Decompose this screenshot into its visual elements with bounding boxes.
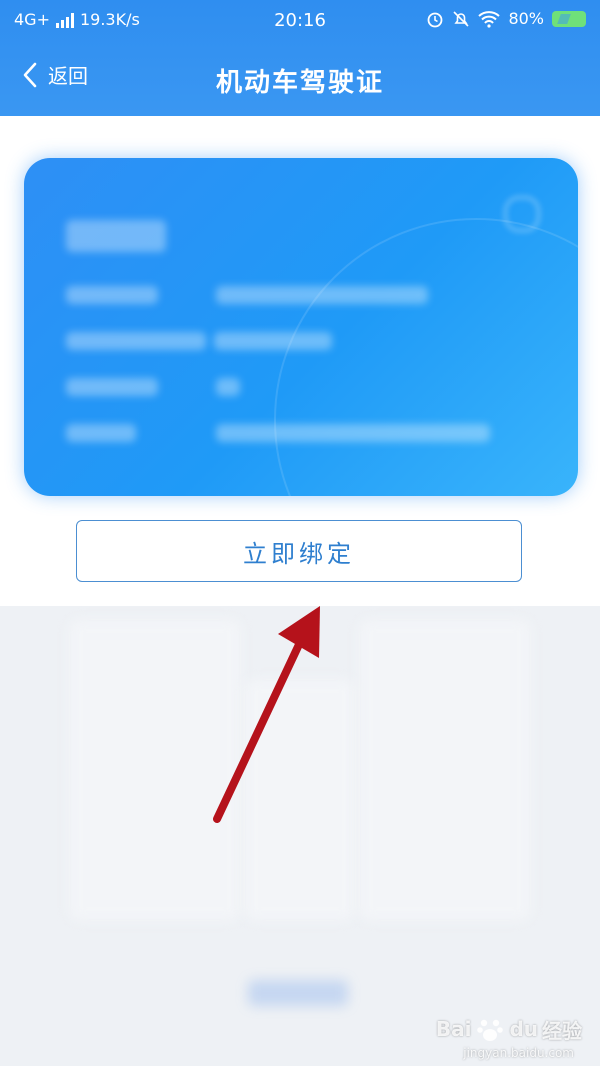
nav-bar: 返回 机动车驾驶证 [0,50,600,106]
baidu-watermark: Bai du 经验 [436,1014,582,1044]
status-bar: 4G+ 19.3K/s 20:16 80% [0,0,600,40]
card-row-value-blurred [216,286,428,304]
card-row-label-blurred [66,378,158,396]
card-settings-icon [504,196,540,232]
battery-percent: 80% [508,9,544,28]
blurred-panel [360,620,530,920]
card-row-value-blurred [216,378,240,396]
battery-icon [552,10,586,27]
watermark-url: jingyan.baidu.com [463,1046,574,1060]
app-header: 4G+ 19.3K/s 20:16 80% 返回 机动车驾驶证 [0,0,600,116]
card-name-blurred [66,220,166,252]
license-card[interactable] [24,158,578,496]
card-row-label-blurred [66,424,136,442]
page-title: 机动车驾驶证 [215,68,384,98]
card-row-value-blurred [216,424,490,442]
blurred-panel [70,620,240,920]
blurred-link[interactable] [248,980,348,1006]
card-row-label-blurred [66,332,206,350]
card-row-value-blurred [214,332,332,350]
wifi-icon [478,10,501,28]
status-right: 80% [426,9,586,28]
bind-button[interactable]: 立即绑定 [76,520,522,582]
blurred-panel [245,680,355,920]
card-decoration [274,218,578,496]
mute-icon [453,10,470,27]
card-row-label-blurred [66,286,158,304]
paw-icon [477,1019,504,1041]
alarm-icon [428,12,443,27]
